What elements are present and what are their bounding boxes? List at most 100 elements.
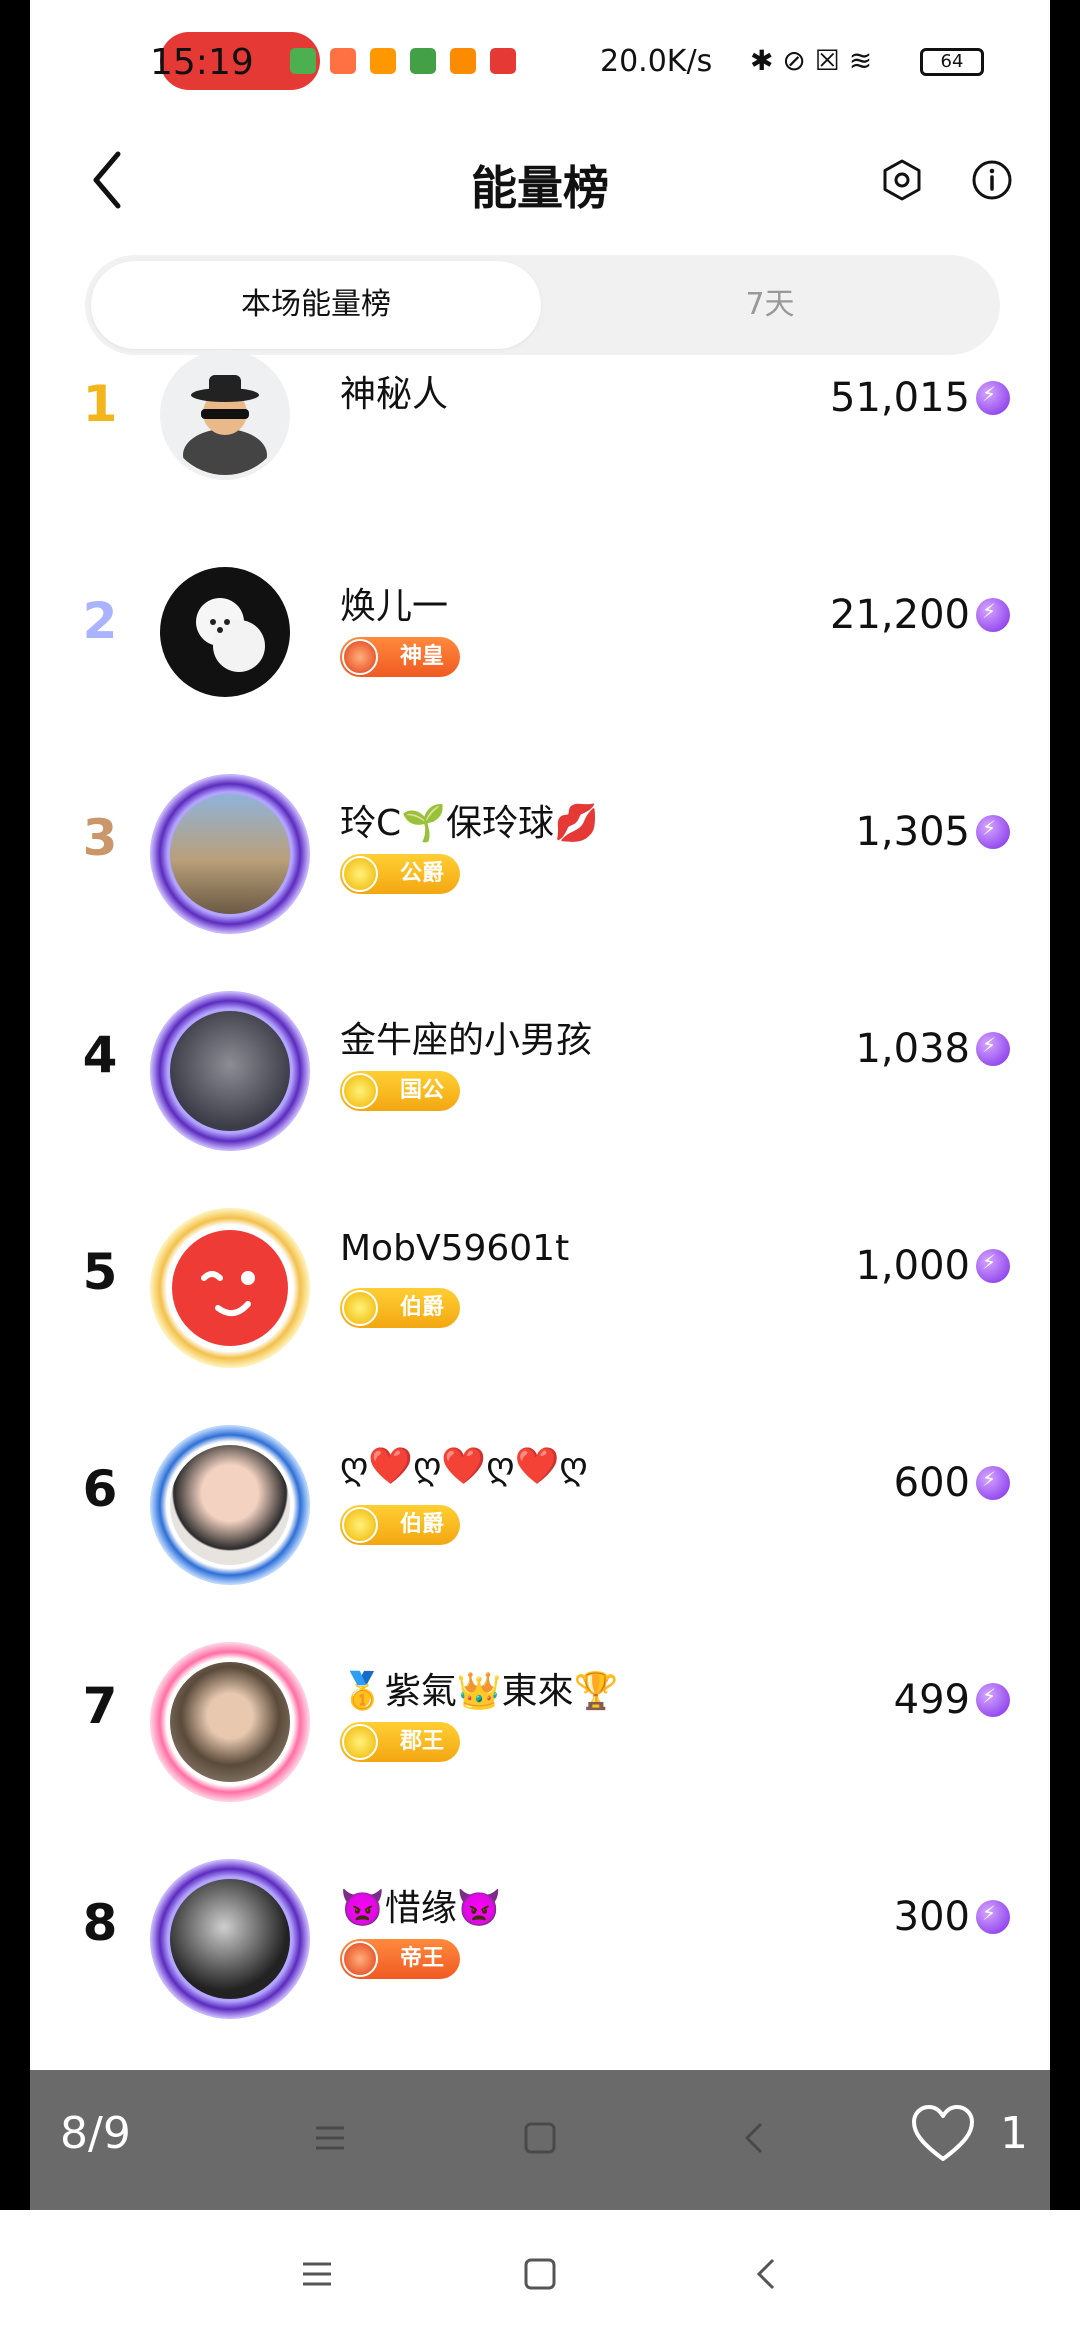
energy-score: 499 [893,1677,970,1723]
energy-icon [976,1466,1010,1500]
notification-icons [180,48,516,74]
user-name: 神秘人 [340,374,449,415]
badge-coin-icon [342,1724,378,1760]
app-icon [290,48,316,74]
app-icon [330,48,356,74]
noble-badge: 伯爵 [340,1505,460,1545]
status-bar: 15:19 20.0K/s ✱ ⊘ ☒ ≋ 64 [30,0,1050,130]
avatar-photo [170,794,290,914]
avatar-photo [170,1662,290,1782]
app-icon [450,48,476,74]
user-name: 金牛座的小男孩 [340,1020,593,1061]
badge-coin-icon [342,1941,378,1977]
user-name: 🥇紫氣👑東來🏆 [340,1671,619,1712]
badge-label: 帝王 [399,1946,444,1971]
app-icon [370,48,396,74]
system-navigation-bar [0,2210,1080,2340]
energy-score: 1,038 [855,1026,970,1072]
leaderboard-row[interactable]: 4 金牛座的小男孩 国公 1,038 [30,956,1050,1173]
avatar[interactable] [150,340,310,500]
battery-icon: 64 [920,48,984,76]
noble-badge: 伯爵 [340,1288,460,1328]
image-counter: 8/9 [60,2108,131,2159]
energy-icon [976,815,1010,849]
rank-number: 6 [82,1460,118,1518]
user-name: 👿惜缘👿 [340,1888,502,1929]
rank-number: 5 [82,1243,118,1301]
energy-score: 1,305 [855,809,970,855]
energy-icon [976,598,1010,632]
badge-label: 伯爵 [399,1295,444,1320]
energy-icon [976,1249,1010,1283]
like-count: 1 [1000,2108,1028,2159]
avatar-photo [170,1879,290,1999]
leaderboard-row[interactable]: 1 神秘人 51,015 [30,305,1050,522]
badge-label: 神皇 [399,644,444,669]
info-circle-icon[interactable] [970,158,1014,202]
energy-icon [976,1032,1010,1066]
noble-badge: 郡王 [340,1722,460,1762]
avatar-photo [170,1445,290,1565]
avatar[interactable] [150,1425,310,1585]
energy-icon [976,1900,1010,1934]
heart-outline-icon[interactable] [910,2104,976,2164]
badge-coin-icon [342,856,378,892]
avatar[interactable] [150,1208,310,1368]
user-name: MobV59601t [340,1228,570,1269]
app-icon [410,48,436,74]
energy-score: 51,015 [830,375,970,421]
rank-number: 4 [82,1026,118,1084]
leaderboard-row[interactable]: 8 👿惜缘👿 帝王 300 [30,1824,1050,2041]
avatar[interactable] [150,1859,310,2019]
system-icons: ✱ ⊘ ☒ ≋ [750,44,873,77]
hexagon-settings-icon[interactable] [880,158,924,202]
avatar[interactable] [150,991,310,1151]
leaderboard-row[interactable]: 6 ღ❤️ღ❤️ღ❤️ღ 伯爵 600 [30,1390,1050,1607]
rank-number: 1 [82,375,118,433]
energy-score: 21,200 [830,592,970,638]
avatar[interactable] [150,774,310,934]
rank-number: 3 [82,809,118,867]
badge-label: 伯爵 [399,1512,444,1537]
dog-avatar-icon [165,572,285,692]
menu-icon [316,2126,344,2150]
mystery-user-icon [183,375,267,475]
badge-coin-icon [342,1507,378,1543]
badge-coin-icon [342,1290,378,1326]
image-viewer-bar: 8/9 1 [30,2070,1050,2210]
user-name: 玲C🌱保玲球💋 [340,803,599,844]
energy-score: 1,000 [855,1243,970,1289]
noble-badge: 神皇 [340,637,460,677]
home-square-icon[interactable] [518,2252,562,2296]
badge-label: 国公 [399,1078,444,1103]
app-icon [490,48,516,74]
home-square-icon [524,2122,556,2154]
leaderboard-row[interactable]: 7 🥇紫氣👑東來🏆 郡王 499 [30,1607,1050,1824]
energy-icon [976,1683,1010,1717]
rank-number: 8 [82,1894,118,1952]
rank-number: 2 [82,592,118,650]
back-chevron-icon[interactable] [745,2252,789,2296]
avatar[interactable] [150,1642,310,1802]
leaderboard-row[interactable]: 5 MobV59601t 伯爵 1,000 [30,1173,1050,1390]
noble-badge: 国公 [340,1071,460,1111]
leaderboard-row[interactable]: 3 玲C🌱保玲球💋 公爵 1,305 [30,739,1050,956]
header: 能量榜 [30,120,1050,240]
energy-score: 300 [893,1894,970,1940]
avatar[interactable] [150,557,310,717]
network-speed: 20.0K/s [600,44,713,79]
avatar-photo [170,1011,290,1131]
noble-badge: 帝王 [340,1939,460,1979]
badge-label: 郡王 [399,1729,444,1754]
user-name: 焕儿一 [340,586,449,627]
energy-score: 600 [893,1460,970,1506]
screen: 15:19 20.0K/s ✱ ⊘ ☒ ≋ 64 能量榜 本场能量榜 7天 1 … [30,0,1050,2210]
badge-label: 公爵 [399,861,444,886]
menu-icon[interactable] [295,2252,339,2296]
wink-face-icon [172,1230,288,1346]
leaderboard-row[interactable]: 2 焕儿一 神皇 21,200 [30,522,1050,739]
user-name: ღ❤️ღ❤️ღ❤️ღ [340,1446,588,1487]
rank-number: 7 [82,1677,118,1735]
back-chevron-icon [744,2122,763,2154]
badge-coin-icon [342,639,378,675]
